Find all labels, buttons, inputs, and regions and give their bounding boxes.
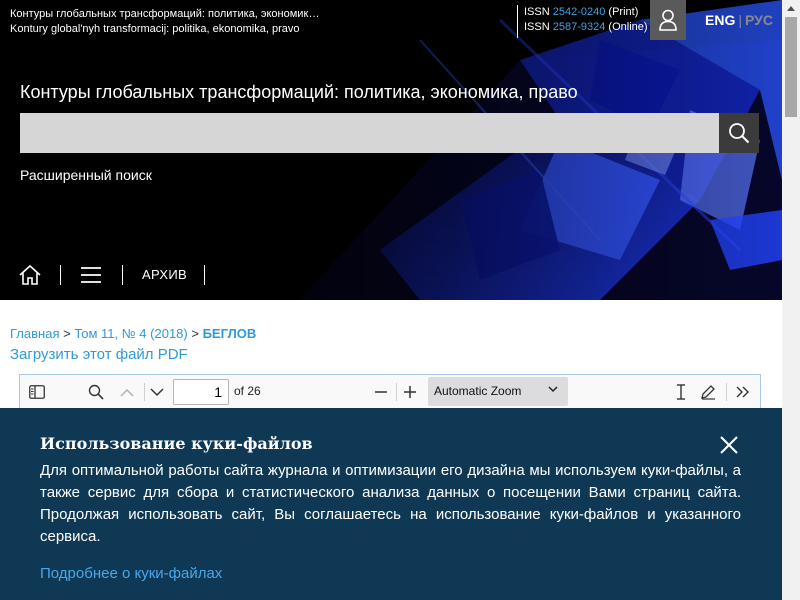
scroll-thumb[interactable]	[785, 17, 797, 117]
breadcrumb: Главная > Том 11, № 4 (2018) > БЕГЛОВ	[10, 326, 256, 341]
issn-label: ISSN	[524, 6, 550, 18]
search-input[interactable]	[20, 113, 720, 153]
search-icon	[729, 123, 750, 144]
lang-rus[interactable]: РУС	[745, 12, 773, 28]
toolbar-separator	[726, 383, 727, 401]
page-scrollbar[interactable]	[782, 0, 800, 600]
download-pdf-link[interactable]: Загрузить этот файл PDF	[10, 346, 188, 363]
zoom-out-button[interactable]	[370, 381, 392, 403]
journal-name-translit: Kontury global'nyh transformacij: politi…	[10, 23, 300, 35]
scroll-up-button[interactable]	[782, 0, 800, 17]
issn-print-link[interactable]: 2542-0240	[553, 6, 606, 18]
language-switcher: ENG | РУС	[705, 12, 773, 28]
zoom-in-button[interactable]	[399, 381, 421, 403]
cookie-close-button[interactable]	[718, 434, 740, 456]
toolbar-separator	[144, 383, 145, 401]
draw-tool-button[interactable]	[697, 381, 719, 403]
previous-page-button[interactable]	[116, 381, 138, 403]
nav-divider	[60, 265, 61, 285]
zoom-select[interactable]: Automatic Zoom	[428, 377, 568, 406]
scroll-up-arrow-icon	[787, 6, 795, 11]
sidebar-toggle-icon	[29, 385, 45, 399]
breadcrumb-issue[interactable]: Том 11, № 4 (2018)	[74, 326, 187, 341]
issn-online-link[interactable]: 2587-9324	[553, 21, 606, 33]
next-page-button[interactable]	[146, 381, 168, 403]
cookie-title: Использование куки-файлов	[40, 434, 313, 453]
toolbar-separator	[396, 383, 397, 401]
menu-icon[interactable]	[80, 266, 102, 284]
more-tools-icon	[736, 386, 749, 398]
close-icon	[720, 436, 738, 454]
lang-separator: |	[738, 12, 742, 28]
more-tools-button[interactable]	[732, 381, 754, 403]
site-header: Контуры глобальных трансформаций: полити…	[0, 0, 782, 300]
nav-archive-link[interactable]: АРХИВ	[142, 267, 187, 282]
chevron-down-icon	[150, 387, 164, 396]
main-nav: АРХИВ	[0, 250, 782, 300]
issn-block: ISSN 2542-0240 (Print) ISSN 2587-9324 (O…	[517, 5, 648, 38]
breadcrumb-home[interactable]: Главная	[10, 326, 59, 341]
user-icon	[659, 9, 677, 31]
page-number-input[interactable]	[173, 379, 229, 405]
nav-divider	[122, 265, 123, 285]
page-total: of 26	[234, 384, 261, 398]
breadcrumb-separator: >	[191, 326, 199, 341]
find-icon	[88, 384, 104, 400]
journal-name-ru: Контуры глобальных трансформаций: полити…	[10, 8, 320, 20]
site-title[interactable]: Контуры глобальных трансформаций: полити…	[20, 82, 578, 103]
user-account-button[interactable]	[650, 0, 686, 40]
zoom-out-icon	[375, 391, 387, 393]
issn-label: ISSN	[524, 21, 550, 33]
nav-divider	[204, 265, 205, 285]
chevron-down-icon	[548, 386, 558, 393]
issn-online-label: (Online)	[608, 21, 648, 33]
cookie-banner: Использование куки-файлов Для оптимально…	[0, 408, 782, 600]
lang-eng[interactable]: ENG	[705, 12, 735, 28]
draw-icon	[701, 385, 715, 400]
journal-names: Контуры глобальных трансформаций: полити…	[10, 7, 320, 37]
chevron-up-icon	[120, 388, 134, 397]
cookie-more-link[interactable]: Подробнее о куки-файлах	[40, 565, 222, 582]
search-button[interactable]	[719, 113, 759, 153]
text-selection-tool-button[interactable]	[670, 381, 692, 403]
issn-print-label: (Print)	[608, 6, 639, 18]
breadcrumb-current: БЕГЛОВ	[202, 326, 257, 341]
zoom-in-icon	[404, 386, 416, 398]
text-cursor-icon	[677, 384, 685, 400]
toggle-sidebar-button[interactable]	[26, 381, 48, 403]
pdf-viewer-toolbar: of 26 Automatic Zoom	[19, 374, 761, 408]
advanced-search-link[interactable]: Расширенный поиск	[20, 167, 152, 183]
cookie-text: Для оптимальной работы сайта журнала и о…	[40, 462, 741, 545]
home-icon[interactable]	[18, 264, 42, 286]
breadcrumb-separator: >	[63, 326, 71, 341]
find-button[interactable]	[85, 381, 107, 403]
zoom-select-value: Automatic Zoom	[434, 384, 522, 398]
